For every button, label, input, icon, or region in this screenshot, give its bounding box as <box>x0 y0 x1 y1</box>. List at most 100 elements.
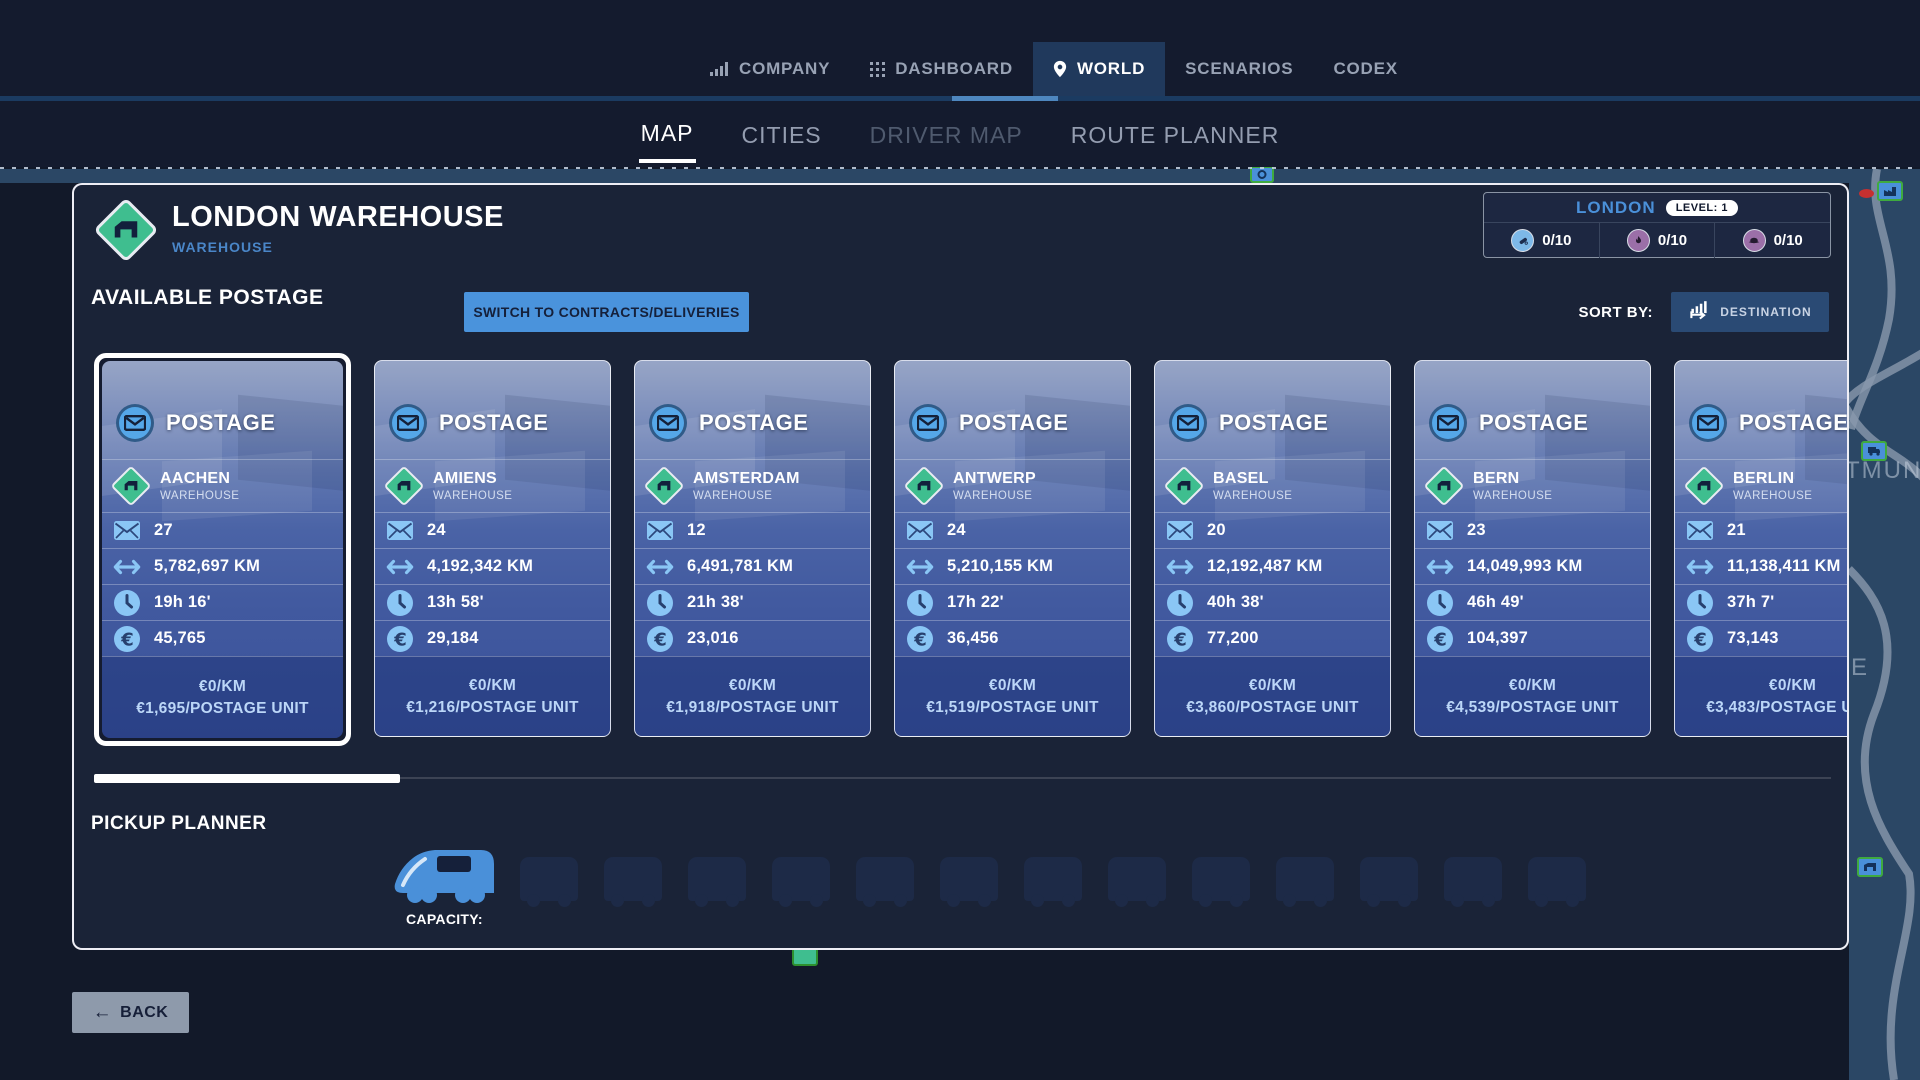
postage-card[interactable]: POSTAGE AACHEN WAREHOUSE 27 <box>94 353 351 746</box>
destination-city: BERN <box>1473 470 1552 488</box>
price-per-unit: €1,519/POSTAGE UNIT <box>926 699 1099 717</box>
time-value: 13h 58' <box>427 593 484 612</box>
card-header: POSTAGE <box>102 361 343 459</box>
capacity-label: CAPACITY: <box>406 911 483 927</box>
destination-city: BERLIN <box>1733 470 1812 488</box>
train-wagon-slot[interactable] <box>1108 857 1166 901</box>
price-value: 23,016 <box>687 629 739 648</box>
map-city-label: TMUN <box>1849 457 1920 485</box>
euro-icon: € <box>905 626 935 652</box>
destination-row: BERN WAREHOUSE <box>1415 459 1650 512</box>
price-value: 73,143 <box>1727 629 1779 648</box>
tab-driver-map[interactable]: DRIVER MAP <box>868 108 1025 161</box>
price-per-km: €0/KM <box>1509 677 1556 695</box>
destination-row: BASEL WAREHOUSE <box>1155 459 1390 512</box>
destination-row: AMSTERDAM WAREHOUSE <box>635 459 870 512</box>
hat-icon <box>1743 229 1766 252</box>
postage-card[interactable]: POSTAGE BERN WAREHOUSE 23 <box>1414 360 1651 737</box>
map-city-label: E <box>1851 654 1869 682</box>
time-value: 37h 7' <box>1727 593 1774 612</box>
train-wagon-slot[interactable] <box>1276 857 1334 901</box>
distance-value: 6,491,781 KM <box>687 557 793 576</box>
locomotive-icon[interactable] <box>391 841 499 910</box>
nav-item-scenarios[interactable]: SCENARIOS <box>1165 42 1313 96</box>
postage-count: 23 <box>1467 521 1486 540</box>
switch-to-contracts-button[interactable]: SWITCH TO CONTRACTS/DELIVERIES <box>464 292 749 332</box>
train-wagon-slot[interactable] <box>940 857 998 901</box>
price-per-unit: €4,539/POSTAGE UNIT <box>1446 699 1619 717</box>
map-roads <box>1849 169 1920 1080</box>
euro-icon: € <box>1685 626 1715 652</box>
tab-map[interactable]: MAP <box>639 106 696 163</box>
postage-envelope-icon <box>909 404 947 442</box>
postage-card[interactable]: POSTAGE AMSTERDAM WAREHOUSE 12 <box>634 360 871 737</box>
postage-count: 20 <box>1207 521 1226 540</box>
postage-card[interactable]: POSTAGE BERLIN WAREHOUSE 21 <box>1674 360 1847 737</box>
price-per-km: €0/KM <box>199 678 246 696</box>
price-row: € 29,184 <box>375 620 610 656</box>
tab-route-planner[interactable]: ROUTE PLANNER <box>1069 108 1282 161</box>
card-footer: €0/KM €1,519/POSTAGE UNIT <box>895 656 1130 736</box>
distance-arrows-icon <box>1165 559 1195 575</box>
postage-count-row: 12 <box>635 512 870 548</box>
map-poi-factory-icon <box>1877 181 1903 201</box>
clock-icon <box>1685 590 1715 616</box>
postage-envelope-icon <box>649 404 687 442</box>
postage-envelope-icon <box>389 404 427 442</box>
train-wagon-slot[interactable] <box>856 857 914 901</box>
map-red-marker <box>1859 189 1874 198</box>
mail-icon <box>645 521 675 540</box>
distance-row: 6,491,781 KM <box>635 548 870 584</box>
time-row: 37h 7' <box>1675 584 1847 620</box>
train-wagon-slot[interactable] <box>1192 857 1250 901</box>
sort-destination-button[interactable]: DESTINATION <box>1671 292 1829 332</box>
page-title: LONDON WAREHOUSE <box>172 201 504 234</box>
cards-row: POSTAGE AACHEN WAREHOUSE 27 <box>94 353 1847 753</box>
train-wagon-slot[interactable] <box>1360 857 1418 901</box>
price-per-km: €0/KM <box>1249 677 1296 695</box>
back-button[interactable]: ← BACK <box>72 992 189 1033</box>
price-per-km: €0/KM <box>729 677 776 695</box>
nav-item-codex[interactable]: CODEX <box>1313 42 1417 96</box>
train-wagon-slot[interactable] <box>1024 857 1082 901</box>
train-wagon-slot[interactable] <box>604 857 662 901</box>
train-wagon-slot[interactable] <box>772 857 830 901</box>
stat-value: 0/10 <box>1542 232 1571 249</box>
destination-type: WAREHOUSE <box>160 490 239 502</box>
train-wagon-slot[interactable] <box>1444 857 1502 901</box>
price-per-km: €0/KM <box>1769 677 1816 695</box>
train-wagon-slot[interactable] <box>1528 857 1586 901</box>
destination-city: BASEL <box>1213 470 1292 488</box>
nav-item-dashboard[interactable]: DASHBOARD <box>850 42 1033 96</box>
euro-icon: € <box>645 626 675 652</box>
mail-icon <box>1425 521 1455 540</box>
nav-item-world[interactable]: WORLD <box>1033 42 1165 96</box>
card-header: POSTAGE <box>1675 361 1847 459</box>
postage-card[interactable]: POSTAGE BASEL WAREHOUSE 20 <box>1154 360 1391 737</box>
cards-scrollbar-thumb[interactable] <box>94 774 400 783</box>
mail-icon <box>1165 521 1195 540</box>
postage-envelope-icon <box>1689 404 1727 442</box>
postage-card[interactable]: POSTAGE AMIENS WAREHOUSE 24 <box>374 360 611 737</box>
train-wagon-slot[interactable] <box>688 857 746 901</box>
distance-arrows-icon <box>1685 559 1715 575</box>
price-per-unit: €1,918/POSTAGE UNIT <box>666 699 839 717</box>
nav-item-company[interactable]: COMPANY <box>690 42 850 96</box>
euro-icon: € <box>1165 626 1195 652</box>
destination-city: ANTWERP <box>953 470 1036 488</box>
warehouse-panel: LONDON WAREHOUSE WAREHOUSE AVAILABLE POS… <box>72 183 1849 950</box>
postage-count-row: 20 <box>1155 512 1390 548</box>
distance-value: 14,049,993 KM <box>1467 557 1582 576</box>
card-title: POSTAGE <box>1219 410 1328 436</box>
panel-header: LONDON WAREHOUSE WAREHOUSE <box>94 198 504 262</box>
destination-city: AMSTERDAM <box>693 470 800 488</box>
tab-cities[interactable]: CITIES <box>740 108 824 161</box>
postage-count: 24 <box>427 521 446 540</box>
postage-card[interactable]: POSTAGE ANTWERP WAREHOUSE 24 <box>894 360 1131 737</box>
price-value: 45,765 <box>154 629 206 648</box>
price-per-km: €0/KM <box>469 677 516 695</box>
mail-icon <box>905 521 935 540</box>
distance-row: 4,192,342 KM <box>375 548 610 584</box>
train-wagon-slot[interactable] <box>520 857 578 901</box>
pickup-planner-title: PICKUP PLANNER <box>91 813 267 835</box>
